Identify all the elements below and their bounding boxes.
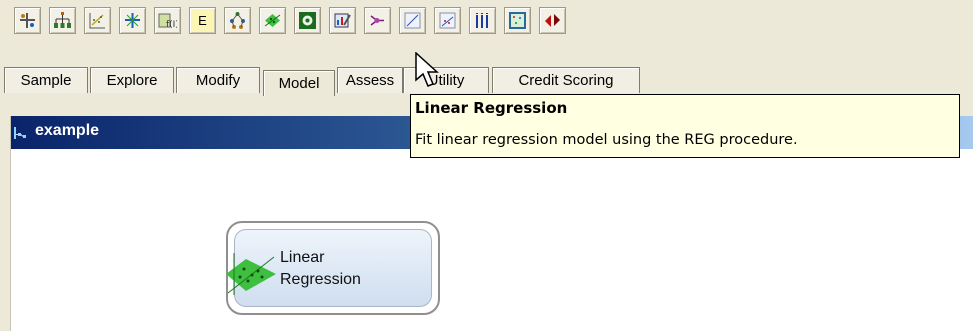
- node-label-line2: Regression: [280, 271, 361, 288]
- toolbar-button-grid-dots[interactable]: [504, 7, 531, 34]
- bars-icon: [476, 13, 488, 28]
- toolbar-button-neural-net[interactable]: [364, 7, 391, 34]
- neural-net-icon: [370, 15, 384, 26]
- tab-credit-scoring[interactable]: Credit Scoring: [492, 67, 640, 93]
- cluster-icon: [125, 13, 140, 28]
- toolbar-button-tree[interactable]: [49, 7, 76, 34]
- gear-disc-icon: [299, 12, 316, 29]
- toolbar-button-scatter-fit[interactable]: [434, 7, 461, 34]
- toolbar-button-linear-regression[interactable]: [259, 7, 286, 34]
- network-icon: [230, 12, 245, 29]
- toolbar-button-gear-disc[interactable]: [294, 7, 321, 34]
- diagram-title: example: [35, 122, 100, 139]
- node-label-line1: Linear: [280, 249, 325, 266]
- scatter-fit-icon: [439, 12, 456, 29]
- linear-regression-icon: [226, 253, 276, 295]
- tooltip-title: Linear Regression: [415, 99, 568, 117]
- tab-modify[interactable]: Modify: [176, 67, 260, 93]
- scatter-down-icon: [89, 13, 105, 29]
- e-text-icon: E: [198, 13, 207, 28]
- tooltip-body: Fit linear regression model using the RE…: [415, 132, 798, 148]
- toolbar-button-network[interactable]: [224, 7, 251, 34]
- toolbar-button-chart-edit[interactable]: [329, 7, 356, 34]
- chart-edit-icon: [334, 13, 351, 28]
- mouse-cursor-icon: [415, 52, 439, 87]
- tab-explore[interactable]: Explore: [90, 67, 174, 93]
- red-arrows-icon: [545, 14, 560, 27]
- toolbar-button-red-arrows[interactable]: [539, 7, 566, 34]
- tab-assess[interactable]: Assess: [337, 67, 403, 93]
- tab-sample[interactable]: Sample: [4, 67, 88, 93]
- line-fit-icon: [404, 12, 421, 29]
- tree-icon: [54, 12, 71, 28]
- toolbar-button-cluster[interactable]: [119, 7, 146, 34]
- grid-dots-icon: [509, 12, 526, 29]
- tooltip: Linear Regression Fit linear regression …: [410, 94, 960, 158]
- toolbar-button-formula[interactable]: f(I): [154, 7, 181, 34]
- formula-icon: f(I): [158, 13, 177, 30]
- tool-tabs: Sample Explore Modify Model Assess Utili…: [4, 65, 704, 96]
- linear-regression-icon: [264, 14, 281, 27]
- toolbar-button-sample[interactable]: [14, 7, 41, 34]
- toolbar-button-line-fit[interactable]: [399, 7, 426, 34]
- toolbar-button-scatter[interactable]: [84, 7, 111, 34]
- toolbar-button-bars[interactable]: [469, 7, 496, 34]
- node-toolbar: f(I) E: [8, 4, 968, 38]
- tab-model[interactable]: Model: [263, 70, 335, 96]
- toolbar-button-e[interactable]: E: [189, 7, 216, 34]
- svg-text:f(I): f(I): [166, 20, 177, 30]
- diagram-icon: [14, 127, 26, 139]
- sample-node-icon: [20, 13, 35, 28]
- node-label: Linear Regression: [280, 247, 410, 291]
- linear-regression-node[interactable]: Linear Regression: [226, 221, 440, 315]
